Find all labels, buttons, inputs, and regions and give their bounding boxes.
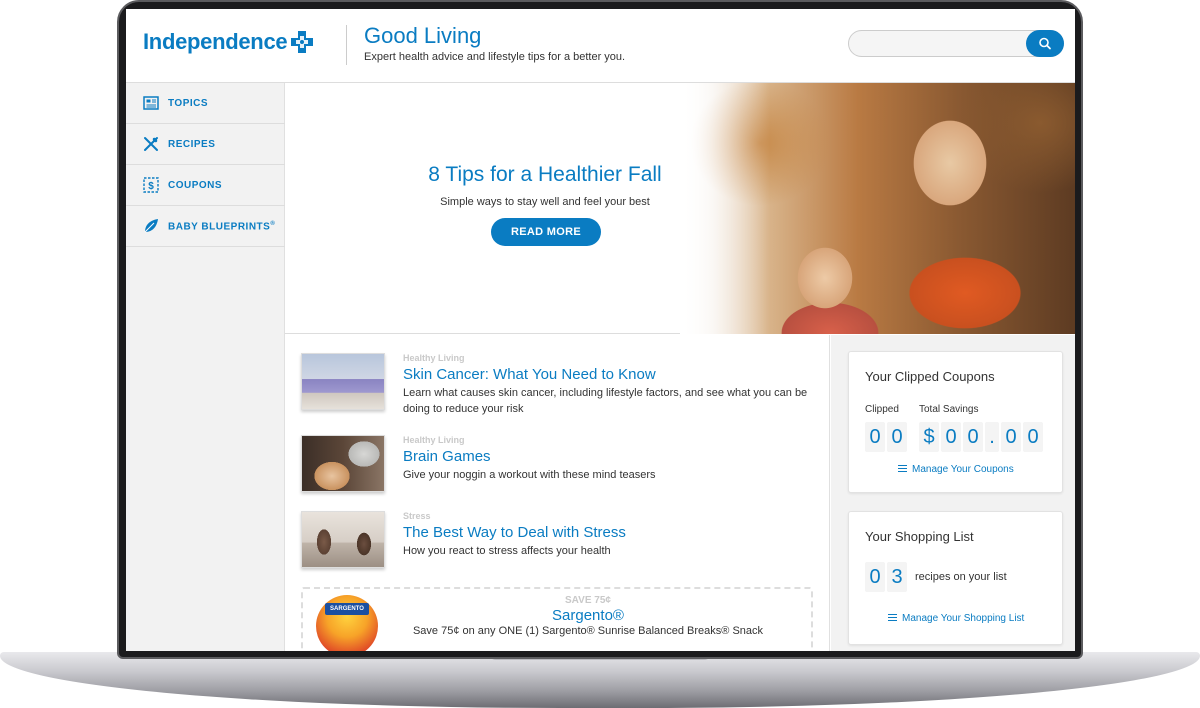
blue-cross-icon <box>291 31 313 53</box>
sidebar-item-label: BABY BLUEPRINTS® <box>168 221 275 232</box>
manage-coupons-label: Manage Your Coupons <box>912 464 1014 475</box>
sidebar-item-coupons[interactable]: $ COUPONS <box>126 165 285 206</box>
read-more-button[interactable]: READ MORE <box>491 218 601 246</box>
newspaper-icon <box>143 96 159 110</box>
article-description: How you react to stress affects your hea… <box>403 545 611 557</box>
list-icon <box>888 614 897 621</box>
savings-char: $ <box>919 422 939 452</box>
coupon-icon: $ <box>143 177 159 193</box>
list-item[interactable]: Healthy Living Skin Cancer: What You Nee… <box>301 353 821 415</box>
savings-char: 0 <box>1001 422 1021 452</box>
article-description: Give your noggin a workout with these mi… <box>403 469 656 481</box>
header-divider <box>346 25 347 65</box>
list-icon <box>898 465 907 472</box>
right-widgets: Your Clipped Coupons Clipped Total Savin… <box>831 335 1075 651</box>
sidebar-item-label: TOPICS <box>168 98 209 109</box>
sidebar-item-label: RECIPES <box>168 139 216 150</box>
article-category: Stress <box>403 511 431 521</box>
laptop-base <box>0 652 1200 708</box>
savings-char: . <box>985 422 999 452</box>
article-category: Healthy Living <box>403 353 465 363</box>
clipped-label: Clipped <box>865 404 899 415</box>
article-description: Learn what causes skin cancer, including… <box>403 387 808 415</box>
article-thumbnail[interactable] <box>301 435 385 492</box>
recipes-count-suffix: recipes on your list <box>915 571 1007 583</box>
savings-char: 0 <box>963 422 983 452</box>
sidebar-item-recipes[interactable]: RECIPES <box>126 124 285 165</box>
list-item[interactable]: Stress The Best Way to Deal with Stress … <box>301 511 821 573</box>
coupon-card[interactable]: SARGENTO SAVE 75¢ Sargento® Save 75¢ on … <box>301 587 813 651</box>
page-title: Good Living <box>364 23 482 48</box>
search-input[interactable] <box>857 34 1017 54</box>
savings-char: 0 <box>1023 422 1043 452</box>
article-title[interactable]: The Best Way to Deal with Stress <box>403 524 626 541</box>
shopping-list-title: Your Shopping List <box>865 529 974 544</box>
search-button[interactable] <box>1026 30 1064 57</box>
sidebar: TOPICS RECIPES $ COUPONS BABY BLUEPRINTS… <box>126 83 285 651</box>
clipped-coupons-title: Your Clipped Coupons <box>865 369 995 384</box>
article-category: Healthy Living <box>403 435 465 445</box>
clipped-count-digit: 0 <box>887 422 907 452</box>
savings-char: 0 <box>941 422 961 452</box>
leaf-icon <box>144 219 158 233</box>
coupon-description: Save 75¢ on any ONE (1) Sargento® Sunris… <box>412 625 764 637</box>
clipped-coupons-card: Your Clipped Coupons Clipped Total Savin… <box>848 351 1063 493</box>
manage-shopping-list-label: Manage Your Shopping List <box>902 613 1025 624</box>
screen: Independence Good Living Expert health a… <box>126 9 1075 651</box>
sidebar-item-topics[interactable]: TOPICS <box>126 83 285 124</box>
coupon-save-amount: SAVE 75¢ <box>565 595 611 606</box>
article-title[interactable]: Skin Cancer: What You Need to Know <box>403 366 656 383</box>
hero-title[interactable]: 8 Tips for a Healthier Fall <box>385 163 705 187</box>
hero-image-fade <box>680 83 770 334</box>
utensils-icon <box>144 137 158 151</box>
article-thumbnail[interactable] <box>301 511 385 568</box>
shopping-list-card: Your Shopping List 0 3 recipes on your l… <box>848 511 1063 645</box>
sidebar-item-baby-blueprints[interactable]: BABY BLUEPRINTS® <box>126 206 285 247</box>
recipe-count-digit: 0 <box>865 562 885 592</box>
clipped-count-digit: 0 <box>865 422 885 452</box>
logo[interactable]: Independence <box>143 29 288 55</box>
hero-banner: 8 Tips for a Healthier Fall Simple ways … <box>285 83 1075 334</box>
sidebar-item-label: COUPONS <box>168 180 223 191</box>
article-title[interactable]: Brain Games <box>403 448 491 465</box>
recipe-count-digit: 3 <box>887 562 907 592</box>
coupon-title[interactable]: Sargento® <box>403 607 773 624</box>
registered-mark: ® <box>270 221 276 227</box>
page-subtitle: Expert health advice and lifestyle tips … <box>364 51 626 63</box>
coupon-product-logo: SARGENTO <box>325 603 369 615</box>
total-savings-label: Total Savings <box>919 404 979 415</box>
manage-shopping-list-link[interactable]: Manage Your Shopping List <box>888 613 1024 624</box>
manage-coupons-link[interactable]: Manage Your Coupons <box>898 464 1014 475</box>
article-thumbnail[interactable] <box>301 353 385 410</box>
search-box <box>848 30 1064 57</box>
sidebar-item-label-text: BABY BLUEPRINTS <box>168 221 271 233</box>
site-header: Independence Good Living Expert health a… <box>126 9 1075 83</box>
hero-subtitle: Simple ways to stay well and feel your b… <box>440 196 650 208</box>
list-item[interactable]: Healthy Living Brain Games Give your nog… <box>301 435 821 497</box>
search-icon <box>1039 37 1051 50</box>
svg-text:$: $ <box>148 181 154 192</box>
article-list: Healthy Living Skin Cancer: What You Nee… <box>285 335 830 651</box>
